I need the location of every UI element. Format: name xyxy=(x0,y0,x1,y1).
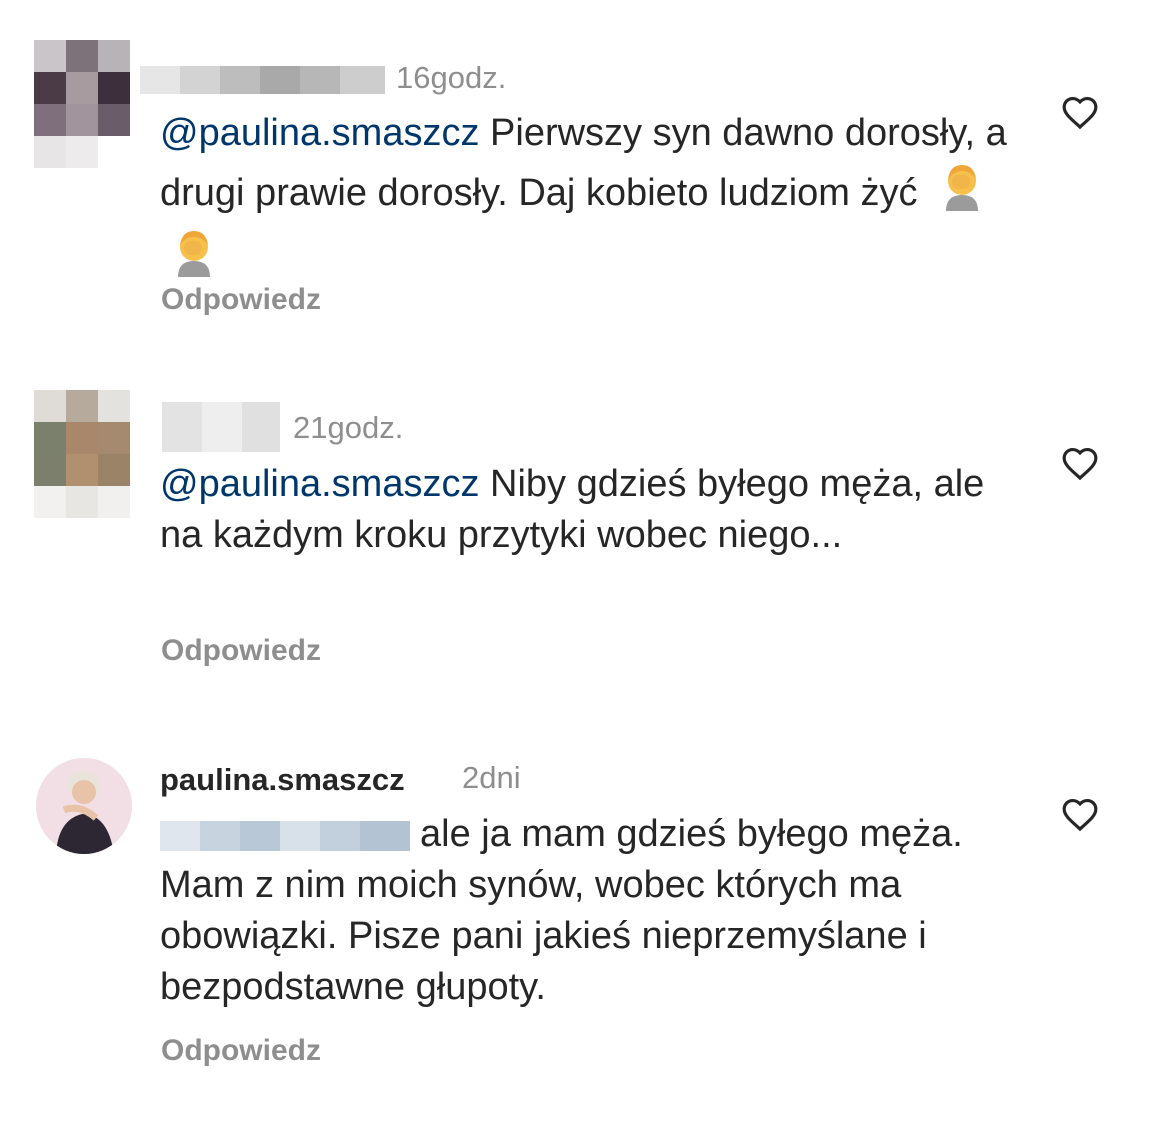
avatar-blurred[interactable] xyxy=(34,40,130,168)
comment-2: 21godz. @paulina.smaszcz Niby gdzieś był… xyxy=(0,350,1170,700)
comment-time: 2dni xyxy=(462,760,521,795)
comment-3: paulina.smaszcz 2dni ale ja mam gdzieś b… xyxy=(0,700,1170,1147)
comment-1: 16godz. @paulina.smaszcz Pierwszy syn da… xyxy=(0,0,1170,350)
reply-button[interactable]: Odpowiedz xyxy=(161,283,321,317)
comment-username[interactable]: paulina.smaszcz xyxy=(160,762,405,798)
username-blurred[interactable] xyxy=(162,402,280,452)
comment-text: @paulina.smaszcz Pierwszy syn dawno doro… xyxy=(160,108,1010,291)
avatar-blurred[interactable] xyxy=(34,390,130,518)
mention-link[interactable]: @paulina.smaszcz xyxy=(160,112,479,154)
face-palm-emoji xyxy=(168,225,220,291)
heart-outline-icon[interactable] xyxy=(1061,796,1099,832)
comment-text: ale ja mam gdzieś byłego męża. Mam z nim… xyxy=(160,809,1010,1013)
comment-text: @paulina.smaszcz Niby gdzieś byłego męża… xyxy=(160,459,1010,561)
mention-blurred[interactable] xyxy=(160,820,410,851)
heart-outline-icon[interactable] xyxy=(1061,445,1099,481)
comment-time: 16godz. xyxy=(396,60,507,95)
avatar[interactable] xyxy=(36,758,132,854)
comment-time: 21godz. xyxy=(293,410,404,445)
reply-button[interactable]: Odpowiedz xyxy=(161,634,321,668)
reply-button[interactable]: Odpowiedz xyxy=(161,1034,321,1068)
username-blurred[interactable] xyxy=(140,66,385,94)
face-palm-emoji xyxy=(936,159,988,225)
mention-link[interactable]: @paulina.smaszcz xyxy=(160,463,479,505)
heart-outline-icon[interactable] xyxy=(1061,94,1099,130)
